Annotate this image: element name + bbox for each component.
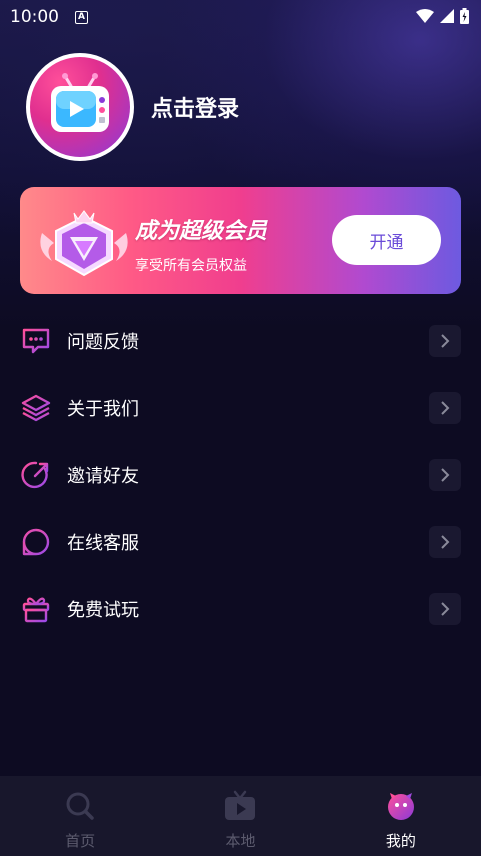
- tab-mine[interactable]: 我的: [321, 776, 481, 856]
- menu-label-support: 在线客服: [67, 532, 139, 554]
- profile-header[interactable]: 点击登录: [26, 53, 239, 161]
- signal-icon: [440, 9, 454, 23]
- mascot-icon: [385, 790, 417, 822]
- feedback-icon: [20, 325, 52, 357]
- tab-label-local: 本地: [225, 832, 256, 850]
- menu-label-free-trial: 免费试玩: [67, 599, 139, 621]
- vip-badge-icon: [40, 210, 128, 277]
- menu-item-support[interactable]: 在线客服: [0, 508, 481, 575]
- tab-label-home: 首页: [65, 832, 96, 850]
- menu-label-feedback: 问题反馈: [67, 332, 139, 354]
- vip-title: 成为超级会员: [135, 219, 268, 244]
- gift-icon: [20, 593, 52, 625]
- menu-item-feedback[interactable]: 问题反馈: [0, 308, 481, 375]
- tv-mascot-icon: [30, 57, 130, 157]
- wifi-icon: [416, 9, 434, 23]
- tab-label-mine: 我的: [385, 832, 416, 850]
- tab-local[interactable]: 本地: [160, 776, 320, 856]
- menu-label-invite: 邀请好友: [67, 465, 139, 487]
- notification-icon: A: [75, 10, 88, 24]
- vip-subtitle: 享受所有会员权益: [135, 258, 247, 274]
- menu-item-free-trial[interactable]: 免费试玩: [0, 575, 481, 642]
- status-icons: [416, 8, 469, 24]
- menu-item-invite[interactable]: 邀请好友: [0, 442, 481, 509]
- menu-label-about: 关于我们: [67, 399, 139, 421]
- chevron-right-icon: [429, 592, 461, 625]
- status-time: 10:00: [10, 7, 59, 27]
- chevron-right-icon: [429, 325, 461, 358]
- layers-icon: [20, 392, 52, 424]
- activate-vip-button[interactable]: 开通: [332, 215, 441, 265]
- chevron-right-icon: [429, 392, 461, 425]
- tv-play-icon: [224, 790, 256, 822]
- tab-home[interactable]: 首页: [0, 776, 160, 856]
- chevron-right-icon: [429, 458, 461, 491]
- settings-menu: 问题反馈 关于我们 邀请好友 在线客服 免费试玩: [0, 308, 481, 642]
- login-link[interactable]: 点击登录: [151, 91, 239, 123]
- chevron-right-icon: [429, 525, 461, 558]
- chat-icon: [20, 526, 52, 558]
- avatar[interactable]: [26, 53, 134, 161]
- share-icon: [20, 459, 52, 491]
- search-icon: [64, 790, 96, 822]
- status-bar: 10:00 A: [0, 0, 481, 34]
- bottom-tab-bar: 首页 本地 我的: [0, 776, 481, 856]
- battery-icon: [460, 8, 469, 24]
- menu-item-about[interactable]: 关于我们: [0, 375, 481, 442]
- vip-banner[interactable]: 成为超级会员 享受所有会员权益 开通: [20, 187, 461, 294]
